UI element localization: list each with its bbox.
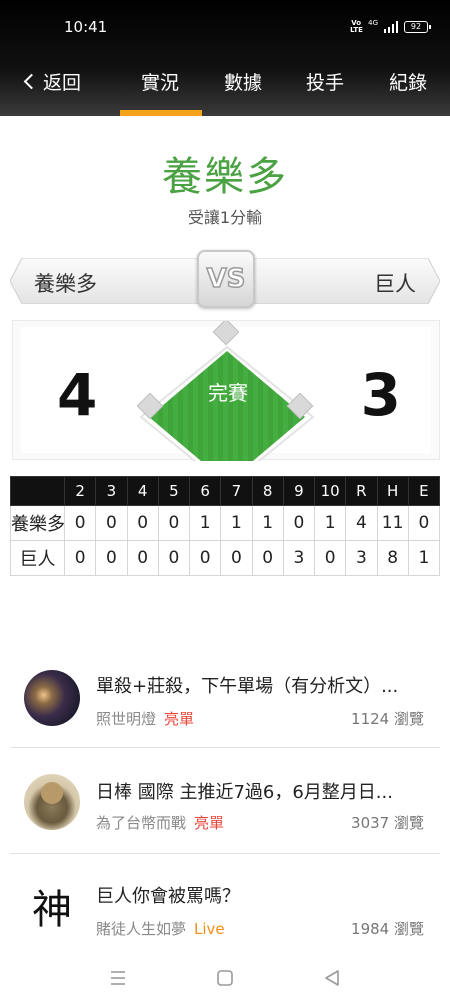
header-inning: 10 <box>313 476 347 506</box>
top-nav: 返回 實況 數據 投手 紀錄 <box>0 60 450 104</box>
volte-icon: Vo LTE <box>350 19 363 34</box>
table-cell: 0 <box>63 505 97 541</box>
home-team-name: 巨人 <box>374 272 416 296</box>
status-icons: Vo LTE 4G 92 <box>350 19 431 34</box>
linescore-table: 2 3 4 5 6 7 8 9 10 R H E 養樂多 0 0 0 0 1 1… <box>10 476 441 576</box>
home-score: 3 <box>360 361 401 429</box>
back-label: 返回 <box>43 72 82 94</box>
header-inning: 9 <box>282 476 316 506</box>
table-cell: 3 <box>345 540 378 576</box>
article-views: 3037 瀏覽 <box>351 814 424 832</box>
article-tag: Live <box>194 920 225 938</box>
list-item[interactable]: 神 巨人你會被罵嗎？ 賭徒人生如夢 Live 1984 瀏覽 <box>10 854 440 960</box>
table-cell: 0 <box>282 505 316 541</box>
row-team: 養樂多 <box>10 505 65 541</box>
article-author: 照世明燈 <box>96 710 157 728</box>
table-cell: 4 <box>345 505 378 541</box>
top-header: 10:41 Vo LTE 4G 92 返回 實況 數據 投手 紀錄 <box>0 0 450 116</box>
header-inning: 3 <box>95 476 128 506</box>
table-cell: 0 <box>95 505 128 541</box>
article-meta: 為了台幣而戰 亮單 <box>96 812 224 833</box>
active-tab-indicator <box>120 110 202 116</box>
away-score: 4 <box>57 361 98 429</box>
header-inning: 4 <box>126 476 159 506</box>
header-inning: 8 <box>251 476 284 506</box>
linescore-header-row: 2 3 4 5 6 7 8 9 10 R H E <box>10 476 441 506</box>
article-views: 1124 瀏覽 <box>351 710 424 728</box>
network-type-label: 4G <box>368 19 378 27</box>
table-cell: 1 <box>188 505 222 541</box>
table-row: 巨人 0 0 0 0 0 0 0 3 0 3 8 1 <box>10 540 441 576</box>
chevron-left-icon <box>23 73 40 90</box>
vs-badge: VS <box>197 250 255 308</box>
menu-icon[interactable] <box>104 964 132 992</box>
header-inning: 5 <box>157 476 191 506</box>
table-cell: 0 <box>251 540 284 576</box>
header-hits: H <box>376 476 409 506</box>
header-inning: 6 <box>188 476 222 506</box>
table-cell: 0 <box>126 505 159 541</box>
table-cell: 0 <box>95 540 128 576</box>
back-icon[interactable] <box>318 964 346 992</box>
table-cell: 0 <box>63 540 97 576</box>
row-team: 巨人 <box>10 540 65 576</box>
table-cell: 3 <box>282 540 316 576</box>
table-cell: 0 <box>313 540 347 576</box>
table-cell: 11 <box>376 505 409 541</box>
game-status: 完賽 <box>208 381 248 405</box>
status-time: 10:41 <box>64 18 108 36</box>
table-cell: 1 <box>220 505 253 541</box>
table-cell: 0 <box>407 505 441 541</box>
status-bar: 10:41 Vo LTE 4G 92 <box>0 0 450 56</box>
home-icon[interactable] <box>211 964 239 992</box>
table-cell: 0 <box>157 505 191 541</box>
list-item[interactable]: 單殺+莊殺，下午單場（有分析文）... 照世明燈 亮單 1124 瀏覽 <box>10 642 440 748</box>
article-meta: 照世明燈 亮單 <box>96 708 194 729</box>
article-title: 單殺+莊殺，下午單場（有分析文）... <box>96 676 399 697</box>
matchup-banner: 養樂多 巨人 VS <box>10 250 440 308</box>
table-cell: 1 <box>313 505 347 541</box>
article-tag: 亮單 <box>164 710 195 728</box>
header-runs: R <box>345 476 378 506</box>
header-errors: E <box>407 476 441 506</box>
header-inning: 7 <box>220 476 253 506</box>
away-team-name: 養樂多 <box>34 272 97 296</box>
table-cell: 8 <box>376 540 409 576</box>
table-row: 養樂多 0 0 0 0 1 1 1 0 1 4 11 0 <box>10 505 441 541</box>
table-cell: 0 <box>157 540 191 576</box>
handicap-result: 受讓1分輸 <box>187 208 263 227</box>
list-item[interactable]: 日棒 國際 主推近7過6，6月整月日... 為了台幣而戰 亮單 3037 瀏覽 <box>10 748 440 854</box>
table-cell: 1 <box>407 540 441 576</box>
article-author: 為了台幣而戰 <box>96 814 187 832</box>
header-team <box>10 476 65 506</box>
user-photo-icon <box>24 670 80 726</box>
article-title: 日棒 國際 主推近7過6，6月整月日... <box>96 782 393 803</box>
tab-live[interactable]: 實況 <box>141 68 179 95</box>
article-meta: 賭徒人生如夢 Live <box>96 918 225 939</box>
avatar-glyph: 神 <box>24 882 80 938</box>
article-author: 賭徒人生如夢 <box>96 920 187 938</box>
tab-record[interactable]: 紀錄 <box>389 68 427 95</box>
header-inning: 2 <box>63 476 97 506</box>
table-cell: 0 <box>220 540 253 576</box>
battery-icon: 92 <box>404 21 431 33</box>
tab-pitcher[interactable]: 投手 <box>306 68 344 95</box>
scoreboard: 4 3 完賽 <box>12 320 440 461</box>
article-views: 1984 瀏覽 <box>351 920 424 938</box>
user-photo-icon <box>24 774 80 830</box>
table-cell: 0 <box>188 540 222 576</box>
article-tag: 亮單 <box>194 814 225 832</box>
winner-title: 養樂多 <box>162 154 288 200</box>
table-cell: 0 <box>126 540 159 576</box>
tab-stats[interactable]: 數據 <box>224 68 262 95</box>
system-nav-bar <box>0 956 450 1000</box>
article-title: 巨人你會被罵嗎？ <box>96 886 240 907</box>
signal-icon <box>384 21 398 33</box>
back-button[interactable]: 返回 <box>23 68 82 95</box>
table-cell: 1 <box>251 505 284 541</box>
